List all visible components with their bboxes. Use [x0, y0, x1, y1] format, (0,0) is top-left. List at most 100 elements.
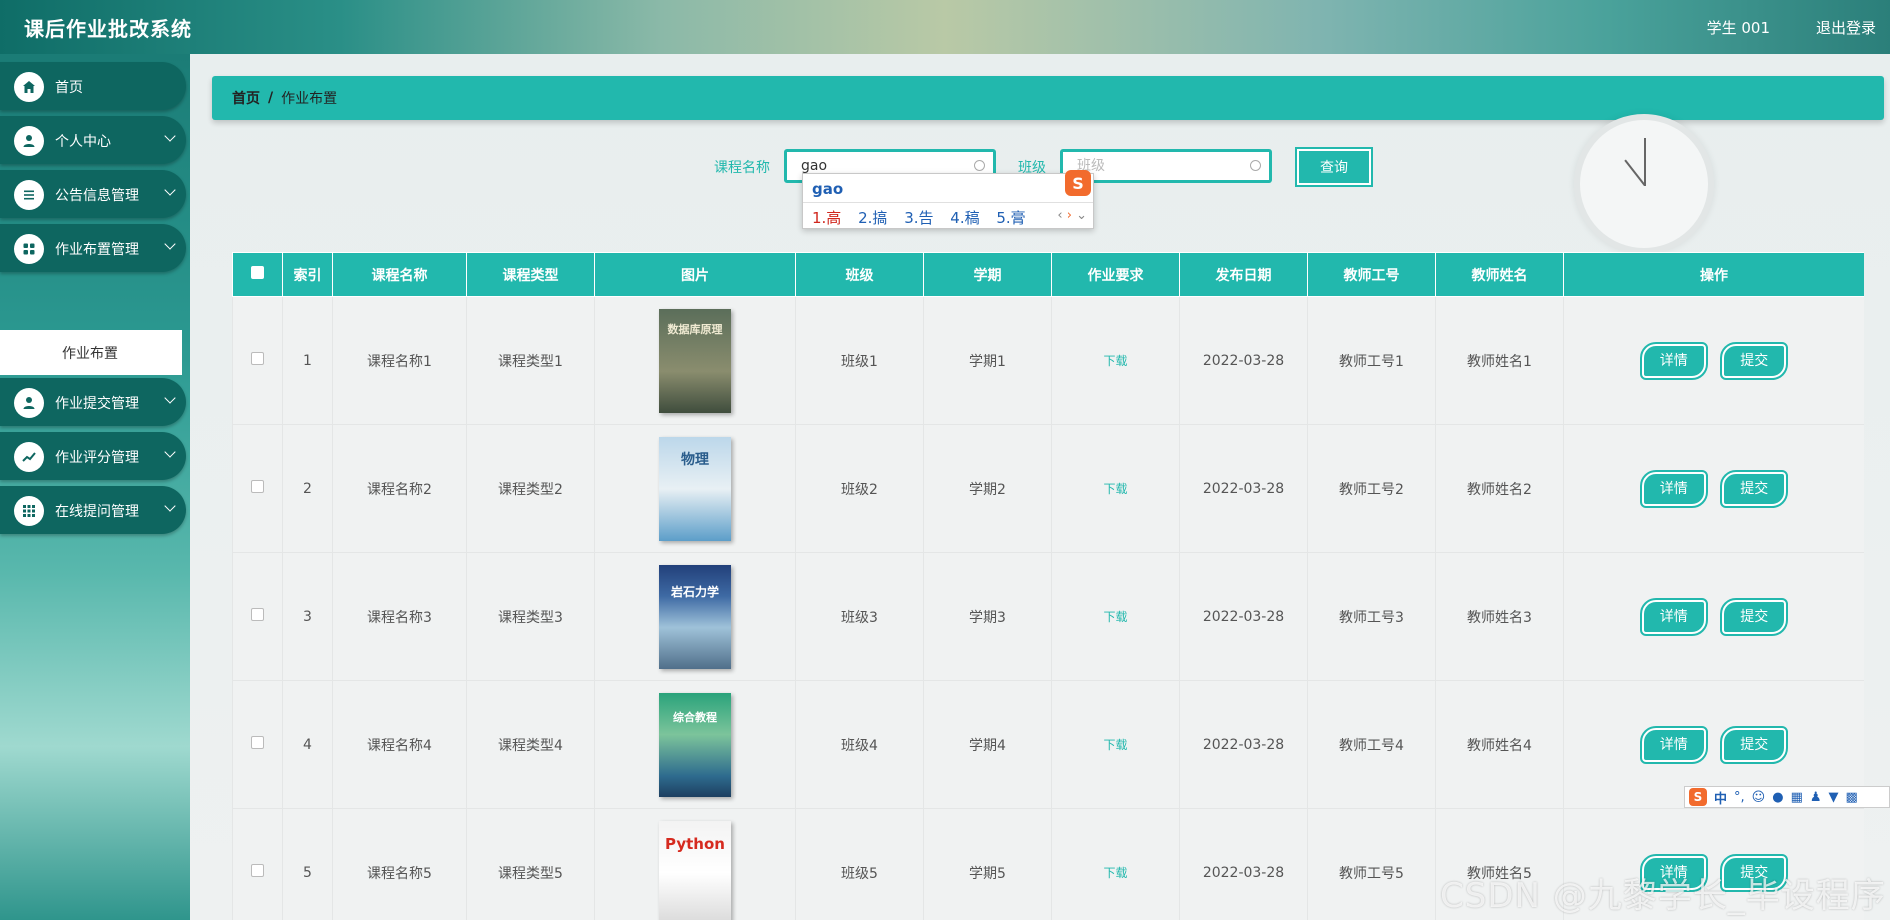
cell-index: 3 [282, 552, 333, 681]
ime-candidate[interactable]: 3.告 [904, 209, 933, 227]
cell-teacher-id: 教师工号2 [1307, 424, 1436, 553]
ime-mode-toggle[interactable]: 中 [1714, 788, 1727, 807]
cell-image: 物理 [594, 424, 796, 553]
ime-punct-toggle[interactable]: °, [1734, 790, 1745, 805]
detail-button[interactable]: 详情 [1639, 597, 1708, 636]
column-header: 操作 [1563, 252, 1864, 297]
sogou-logo-icon: S [1065, 170, 1091, 196]
sidebar-item-grading[interactable]: 作业评分管理 [0, 432, 186, 480]
cell-course-type: 课程类型1 [466, 296, 595, 425]
detail-button[interactable]: 详情 [1639, 341, 1708, 380]
cell-course-type: 课程类型5 [466, 808, 595, 920]
submit-button[interactable]: 提交 [1720, 725, 1789, 764]
table-row: 3 课程名称3 课程类型3 岩石力学 班级3 学期3 下载 2022-03-28… [232, 552, 1864, 681]
emoji-icon[interactable]: ☺ [1752, 790, 1766, 805]
download-link[interactable]: 下载 [1103, 866, 1127, 880]
sidebar-item-notices[interactable]: 公告信息管理 [0, 170, 186, 218]
book-cover-image[interactable]: 综合教程 [659, 692, 731, 797]
apps-icon[interactable]: ▩ [1846, 790, 1858, 805]
book-cover-image[interactable]: Python [659, 820, 731, 920]
clock-hand [1624, 159, 1646, 186]
row-checkbox[interactable] [232, 680, 283, 809]
download-link[interactable]: 下载 [1103, 354, 1127, 368]
select-all-checkbox[interactable] [232, 252, 283, 297]
download-link[interactable]: 下载 [1103, 610, 1127, 624]
grid-icon [14, 234, 44, 264]
cell-class: 班级4 [795, 680, 924, 809]
table-header-row: 索引 课程名称 课程类型 图片 班级 学期 作业要求 发布日期 教师工号 教师姓… [232, 252, 1864, 297]
cell-class: 班级1 [795, 296, 924, 425]
chevron-left-icon[interactable]: ‹ [1057, 208, 1062, 223]
table-row: 1 课程名称1 课程类型1 数据库原理 班级1 学期1 下载 2022-03-2… [232, 296, 1864, 425]
user-icon [14, 126, 44, 156]
row-checkbox[interactable] [232, 296, 283, 425]
table-row: 2 课程名称2 课程类型2 物理 班级2 学期2 下载 2022-03-28 教… [232, 424, 1864, 553]
ime-candidate[interactable]: 1.高 [812, 209, 841, 227]
cell-date: 2022-03-28 [1179, 808, 1308, 920]
sogou-logo-icon[interactable]: S [1689, 788, 1707, 806]
row-checkbox[interactable] [232, 424, 283, 553]
logout-link[interactable]: 退出登录 [1816, 17, 1876, 38]
sidebar-item-label: 公告信息管理 [55, 188, 139, 204]
cell-course-name: 课程名称1 [332, 296, 467, 425]
sidebar-item-assignment-submit[interactable]: 作业提交管理 [0, 378, 186, 426]
cell-index: 5 [282, 808, 333, 920]
cell-course-name: 课程名称4 [332, 680, 467, 809]
sidebar: 首页 个人中心 公告信息管理 作业布置管理 作业布置 作业提交管理 作业评分管理 [0, 54, 190, 920]
download-link[interactable]: 下载 [1103, 738, 1127, 752]
query-button[interactable]: 查询 [1295, 147, 1373, 187]
cell-image: 综合教程 [594, 680, 796, 809]
clock-hand [1644, 138, 1646, 186]
submit-button[interactable]: 提交 [1720, 341, 1789, 380]
submit-button[interactable]: 提交 [1720, 597, 1789, 636]
sidebar-item-label: 作业评分管理 [55, 450, 139, 466]
column-header: 发布日期 [1179, 252, 1308, 297]
book-cover-image[interactable]: 数据库原理 [659, 308, 731, 413]
cell-term: 学期4 [923, 680, 1052, 809]
cell-date: 2022-03-28 [1179, 680, 1308, 809]
sidebar-item-questions[interactable]: 在线提问管理 [0, 486, 186, 534]
detail-button[interactable]: 详情 [1639, 469, 1708, 508]
cell-course-type: 课程类型2 [466, 424, 595, 553]
user-icon[interactable]: ♟ [1810, 790, 1822, 805]
chevron-down-icon[interactable]: ⌄ [1076, 208, 1087, 223]
cell-class: 班级5 [795, 808, 924, 920]
chevron-right-icon[interactable]: › [1067, 208, 1072, 223]
sidebar-item-assignment-publish[interactable]: 作业布置管理 [0, 224, 186, 272]
submit-button[interactable]: 提交 [1720, 469, 1789, 508]
row-checkbox[interactable] [232, 808, 283, 920]
row-checkbox[interactable] [232, 552, 283, 681]
column-header: 学期 [923, 252, 1052, 297]
cell-index: 2 [282, 424, 333, 553]
keyboard-icon[interactable]: ▦ [1791, 790, 1803, 805]
cell-actions: 详情 提交 [1563, 296, 1864, 425]
microphone-icon[interactable]: ● [1772, 790, 1783, 805]
cell-teacher-id: 教师工号5 [1307, 808, 1436, 920]
user-icon [14, 388, 44, 418]
book-title: 岩石力学 [670, 584, 719, 599]
ime-candidate[interactable]: 2.搞 [858, 209, 887, 227]
chevron-down-icon [164, 392, 176, 404]
breadcrumb-home[interactable]: 首页 [232, 88, 260, 108]
book-cover-image[interactable]: 岩石力学 [659, 564, 731, 669]
cell-term: 学期5 [923, 808, 1052, 920]
top-bar: 课后作业批改系统 学生 001 退出登录 [0, 0, 1890, 54]
ime-candidate[interactable]: 5.膏 [996, 209, 1025, 227]
skin-icon[interactable]: ▼ [1829, 790, 1839, 805]
cell-class: 班级2 [795, 424, 924, 553]
chevron-down-icon [164, 500, 176, 512]
cell-course-name: 课程名称5 [332, 808, 467, 920]
cell-requirement: 下载 [1051, 424, 1180, 553]
table-row: 4 课程名称4 课程类型4 综合教程 班级4 学期4 下载 2022-03-28… [232, 680, 1864, 809]
sidebar-item-home[interactable]: 首页 [0, 62, 186, 110]
book-cover-image[interactable]: 物理 [659, 436, 731, 541]
submenu-item-assignment[interactable]: 作业布置 [0, 330, 182, 375]
cell-term: 学期3 [923, 552, 1052, 681]
cell-teacher-name: 教师姓名4 [1435, 680, 1564, 809]
download-link[interactable]: 下载 [1103, 482, 1127, 496]
sidebar-item-profile[interactable]: 个人中心 [0, 116, 186, 164]
detail-button[interactable]: 详情 [1639, 725, 1708, 764]
ime-candidate[interactable]: 4.稿 [950, 209, 979, 227]
ime-page-nav: ‹ › ⌄ [1057, 208, 1087, 223]
column-header: 教师工号 [1307, 252, 1436, 297]
